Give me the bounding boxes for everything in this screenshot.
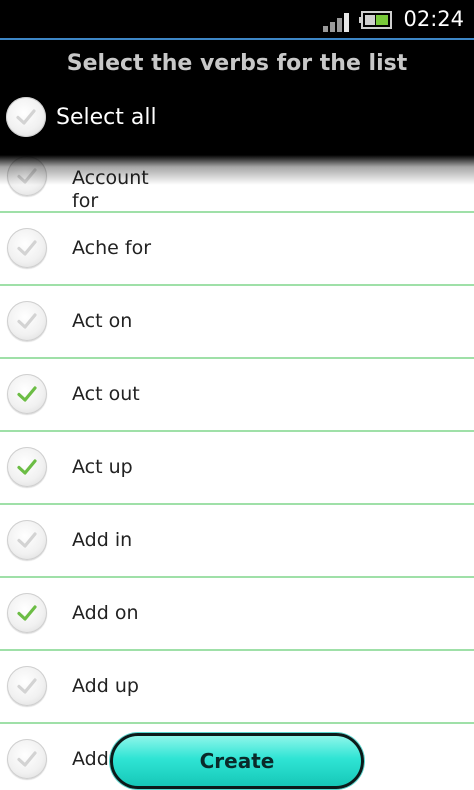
verb-label: Ache for [72, 237, 152, 259]
signal-icon [323, 13, 349, 32]
check-icon [16, 109, 36, 125]
check-icon [17, 605, 37, 621]
list-item[interactable]: Add on [0, 578, 474, 651]
select-all-checkbox[interactable] [6, 97, 46, 137]
status-bar: 02:24 [0, 0, 474, 40]
verb-checkbox[interactable] [7, 156, 47, 196]
list-item[interactable]: Ache for [0, 213, 474, 286]
verb-label: Account for [72, 167, 149, 212]
verb-label: Act out [72, 383, 140, 405]
check-icon [17, 240, 37, 256]
verb-checkbox[interactable] [7, 301, 47, 341]
clock-time: 02:24 [403, 7, 464, 31]
verb-label: Add in [72, 529, 133, 551]
check-icon [17, 751, 37, 767]
header: Select the verbs for the list Select all [0, 40, 474, 155]
verb-label: Add up [72, 675, 139, 697]
list-item[interactable]: Act up [0, 432, 474, 505]
select-all-label: Select all [56, 104, 157, 130]
verb-checkbox[interactable] [7, 666, 47, 706]
verb-checkbox[interactable] [7, 520, 47, 560]
list-item[interactable]: Act out [0, 359, 474, 432]
check-icon [17, 459, 37, 475]
create-button[interactable]: Create [110, 733, 364, 789]
verb-label: Act up [72, 456, 133, 478]
list-item[interactable]: Add up [0, 651, 474, 724]
verb-label: Act on [72, 310, 133, 332]
battery-icon [359, 11, 392, 29]
verb-checkbox[interactable] [7, 739, 47, 779]
verb-checkbox[interactable] [7, 228, 47, 268]
check-icon [17, 168, 37, 184]
check-icon [17, 678, 37, 694]
verb-label: Add [72, 748, 109, 770]
check-icon [17, 532, 37, 548]
verb-list[interactable]: Account for Ache for Act on Act out Act up Ad… [0, 140, 474, 790]
list-item[interactable]: Add in [0, 505, 474, 578]
list-item[interactable]: Account for [0, 140, 474, 213]
verb-checkbox[interactable] [7, 374, 47, 414]
page-title: Select the verbs for the list [66, 51, 408, 76]
check-icon [17, 313, 37, 329]
verb-label: Add on [72, 602, 139, 624]
verb-checkbox[interactable] [7, 447, 47, 487]
list-item[interactable]: Act on [0, 286, 474, 359]
select-all-toggle[interactable]: Select all [6, 95, 157, 139]
check-icon [17, 386, 37, 402]
verb-checkbox[interactable] [7, 593, 47, 633]
